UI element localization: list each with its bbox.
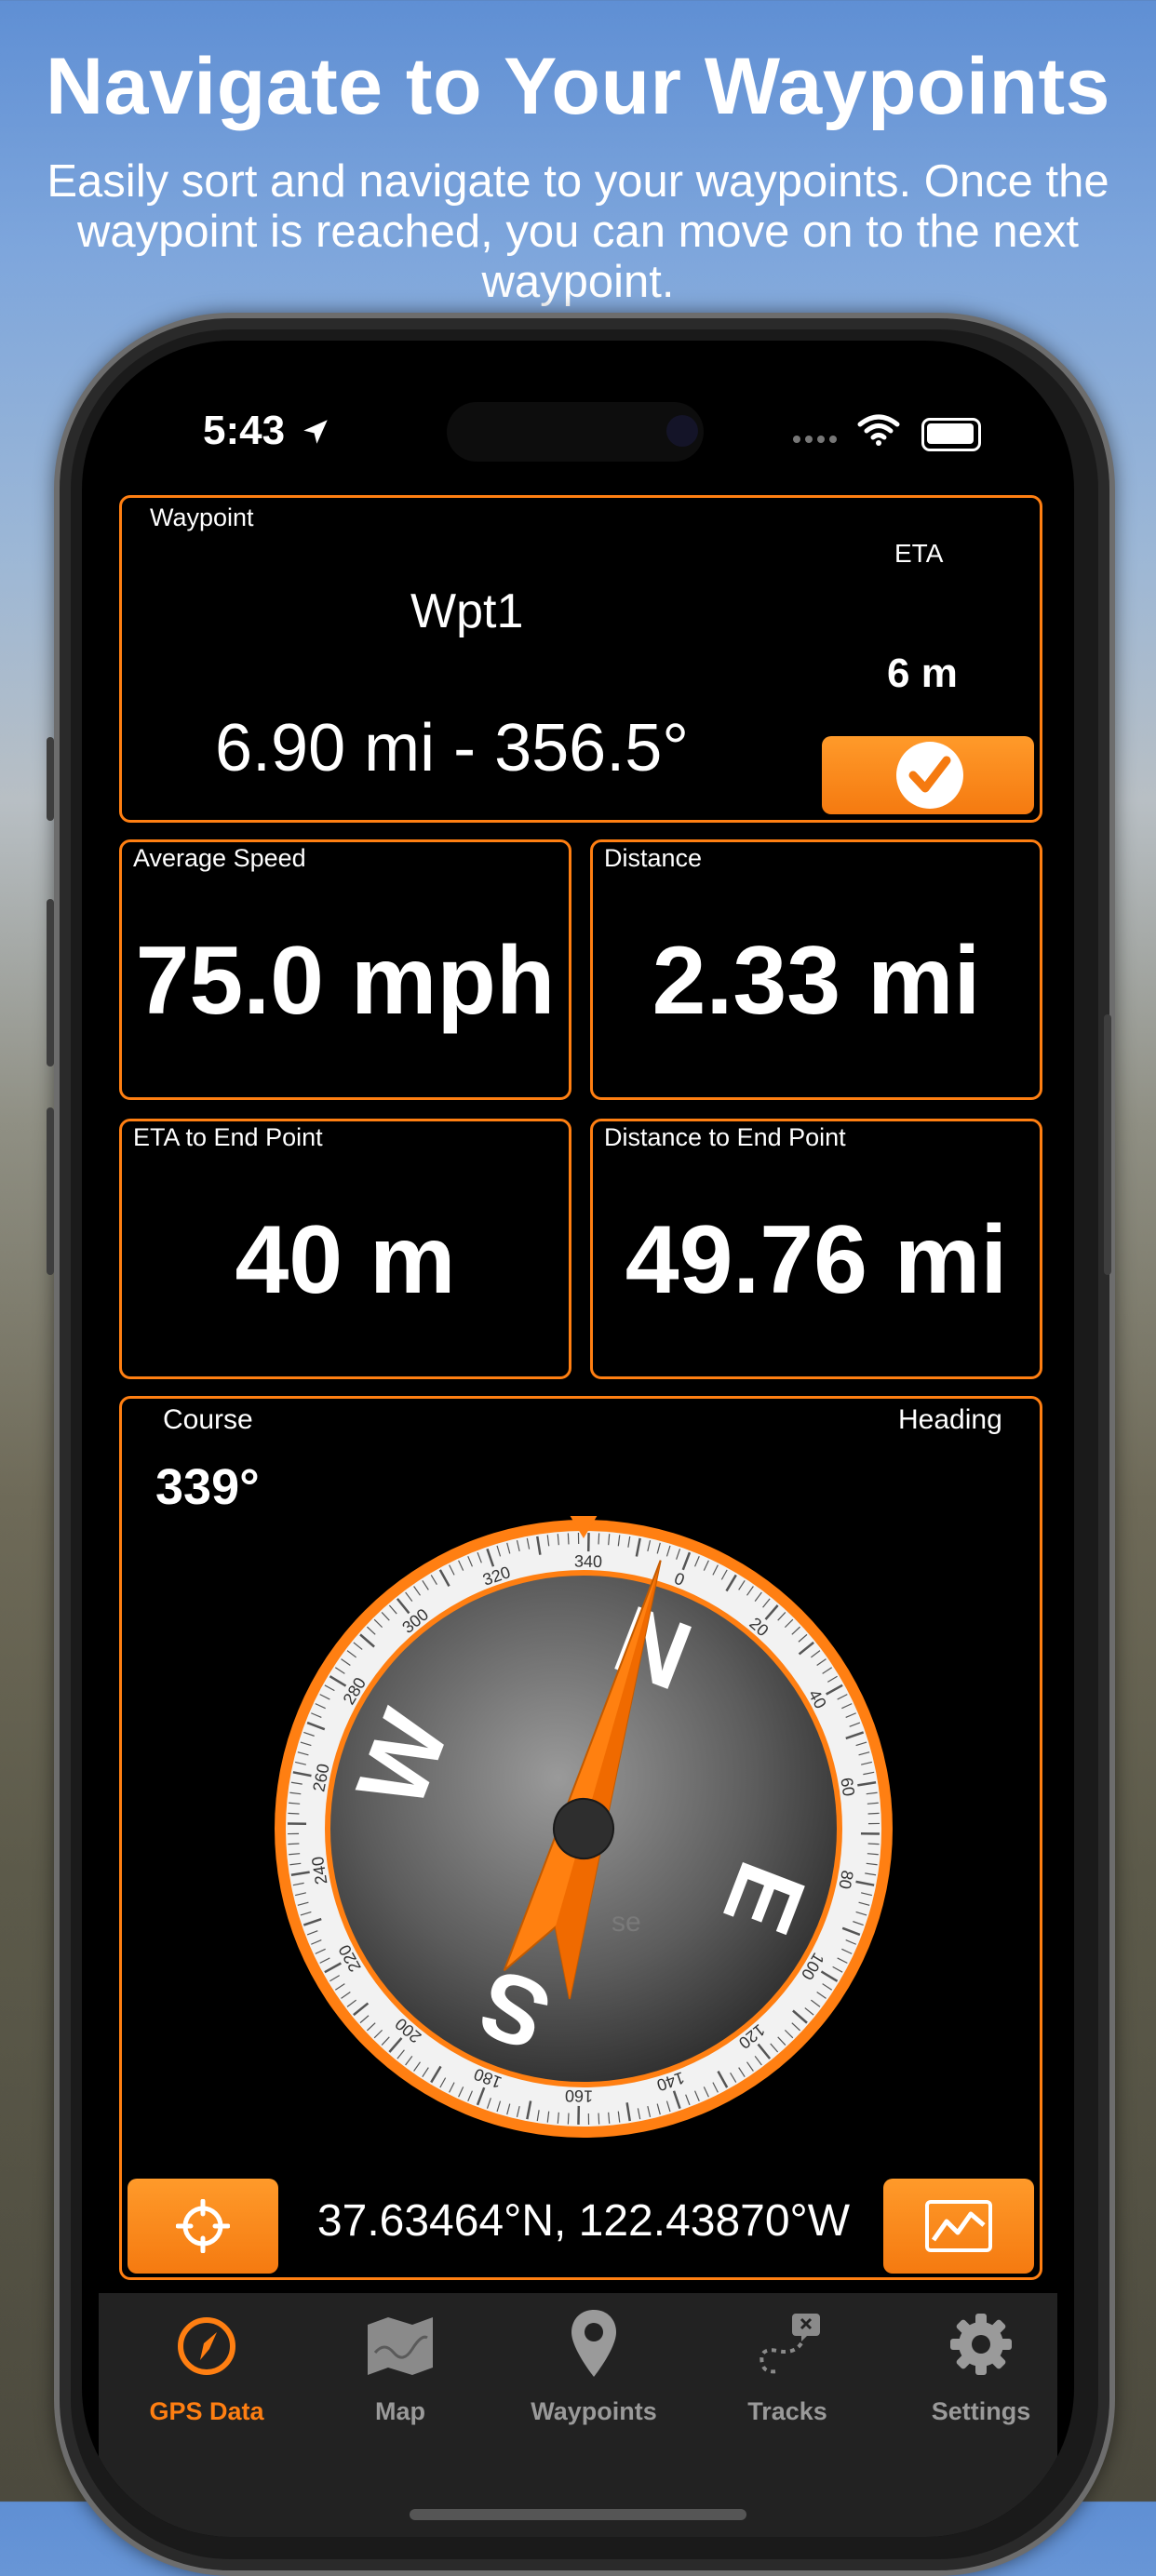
heading-label: Heading	[898, 1404, 1002, 1436]
map-icon	[366, 2315, 435, 2377]
bezel-tick	[288, 1844, 299, 1845]
waypoint-distance-bearing: 6.90 mi - 356.5°	[215, 710, 689, 786]
compass-icon	[176, 2315, 237, 2377]
waypoint-reached-button[interactable]	[822, 736, 1034, 814]
line-chart-icon	[924, 2199, 993, 2253]
distance-value: 2.33 mi	[593, 926, 1040, 1037]
gear-icon	[948, 2312, 1014, 2377]
bezel-tick-label: 160	[565, 2086, 593, 2106]
bezel-tick	[868, 1813, 880, 1814]
status-time: 5:43	[203, 408, 331, 454]
tab-label: Map	[307, 2397, 493, 2426]
distance-end-label: Distance to End Point	[604, 1123, 846, 1152]
front-camera	[666, 415, 698, 447]
bezel-tick	[598, 1533, 599, 1544]
location-arrow-icon	[300, 416, 331, 448]
checkmark-icon	[894, 740, 965, 811]
eta-end-panel: ETA to End Point 40 m	[119, 1119, 571, 1379]
volume-up-button	[47, 899, 54, 1067]
distance-end-value: 49.76 mi	[593, 1205, 1040, 1316]
bezel-tick	[868, 1844, 880, 1845]
bezel-tick	[568, 2113, 569, 2125]
tab-waypoints[interactable]: Waypoints	[501, 2302, 687, 2383]
eta-value: 6 m	[887, 651, 958, 697]
bezel-tick	[288, 1813, 299, 1814]
tab-settings[interactable]: Settings	[888, 2302, 1074, 2381]
volume-down-button	[47, 1107, 54, 1275]
compass-faded-text: se	[612, 1907, 641, 1938]
tab-label: Waypoints	[501, 2397, 687, 2426]
phone-screen: 5:43 Waypoint Wpt1 6.90 mi - 356.5° ETA …	[82, 341, 1074, 2537]
waypoint-panel[interactable]: Waypoint Wpt1 6.90 mi - 356.5° ETA 6 m	[119, 495, 1042, 823]
bezel-tick	[598, 2113, 599, 2125]
bezel-tick	[568, 1533, 569, 1544]
wifi-icon	[856, 413, 901, 447]
compass-dial: 0204060801001201401601802002202402602803…	[271, 1516, 896, 2141]
distance-label: Distance	[604, 844, 702, 873]
distance-end-panel: Distance to End Point 49.76 mi	[590, 1119, 1042, 1379]
tab-map[interactable]: Map	[307, 2302, 493, 2381]
average-speed-label: Average Speed	[133, 844, 306, 873]
bezel-tick-label: 60	[837, 1777, 858, 1798]
compass-panel: Course 339° Heading 02040608010012014016…	[119, 1396, 1042, 2280]
tab-label: GPS Data	[114, 2397, 300, 2426]
eta-end-value: 40 m	[122, 1205, 569, 1316]
signal-dots-icon	[791, 434, 841, 445]
average-speed-value: 75.0 mph	[122, 926, 569, 1037]
battery-icon	[921, 418, 981, 451]
course-value: 339°	[155, 1458, 260, 1516]
mute-switch	[47, 737, 54, 821]
tab-gps-data[interactable]: GPS Data	[114, 2302, 300, 2381]
average-speed-panel: Average Speed 75.0 mph	[119, 839, 571, 1100]
waypoint-name: Wpt1	[410, 584, 523, 639]
tab-bar: GPS Data Map Waypoints Tracks	[99, 2293, 1057, 2537]
course-label: Course	[163, 1404, 253, 1436]
eta-label: ETA	[894, 539, 943, 569]
tab-label: Tracks	[694, 2397, 880, 2426]
bezel-tick-label: 340	[574, 1552, 602, 1572]
tab-label: Settings	[888, 2397, 1074, 2426]
promo-title: Navigate to Your Waypoints	[0, 41, 1156, 133]
route-icon	[753, 2312, 822, 2377]
tab-tracks[interactable]: Tracks	[694, 2302, 880, 2381]
promo-subtitle: Easily sort and navigate to your waypoin…	[28, 156, 1128, 307]
chart-button[interactable]	[883, 2179, 1034, 2274]
pin-icon	[569, 2308, 619, 2379]
dynamic-island	[447, 402, 704, 462]
power-button	[1104, 1014, 1111, 1275]
distance-panel: Distance 2.33 mi	[590, 839, 1042, 1100]
waypoint-label: Waypoint	[150, 503, 254, 532]
eta-end-label: ETA to End Point	[133, 1123, 323, 1152]
home-indicator	[410, 2509, 746, 2520]
